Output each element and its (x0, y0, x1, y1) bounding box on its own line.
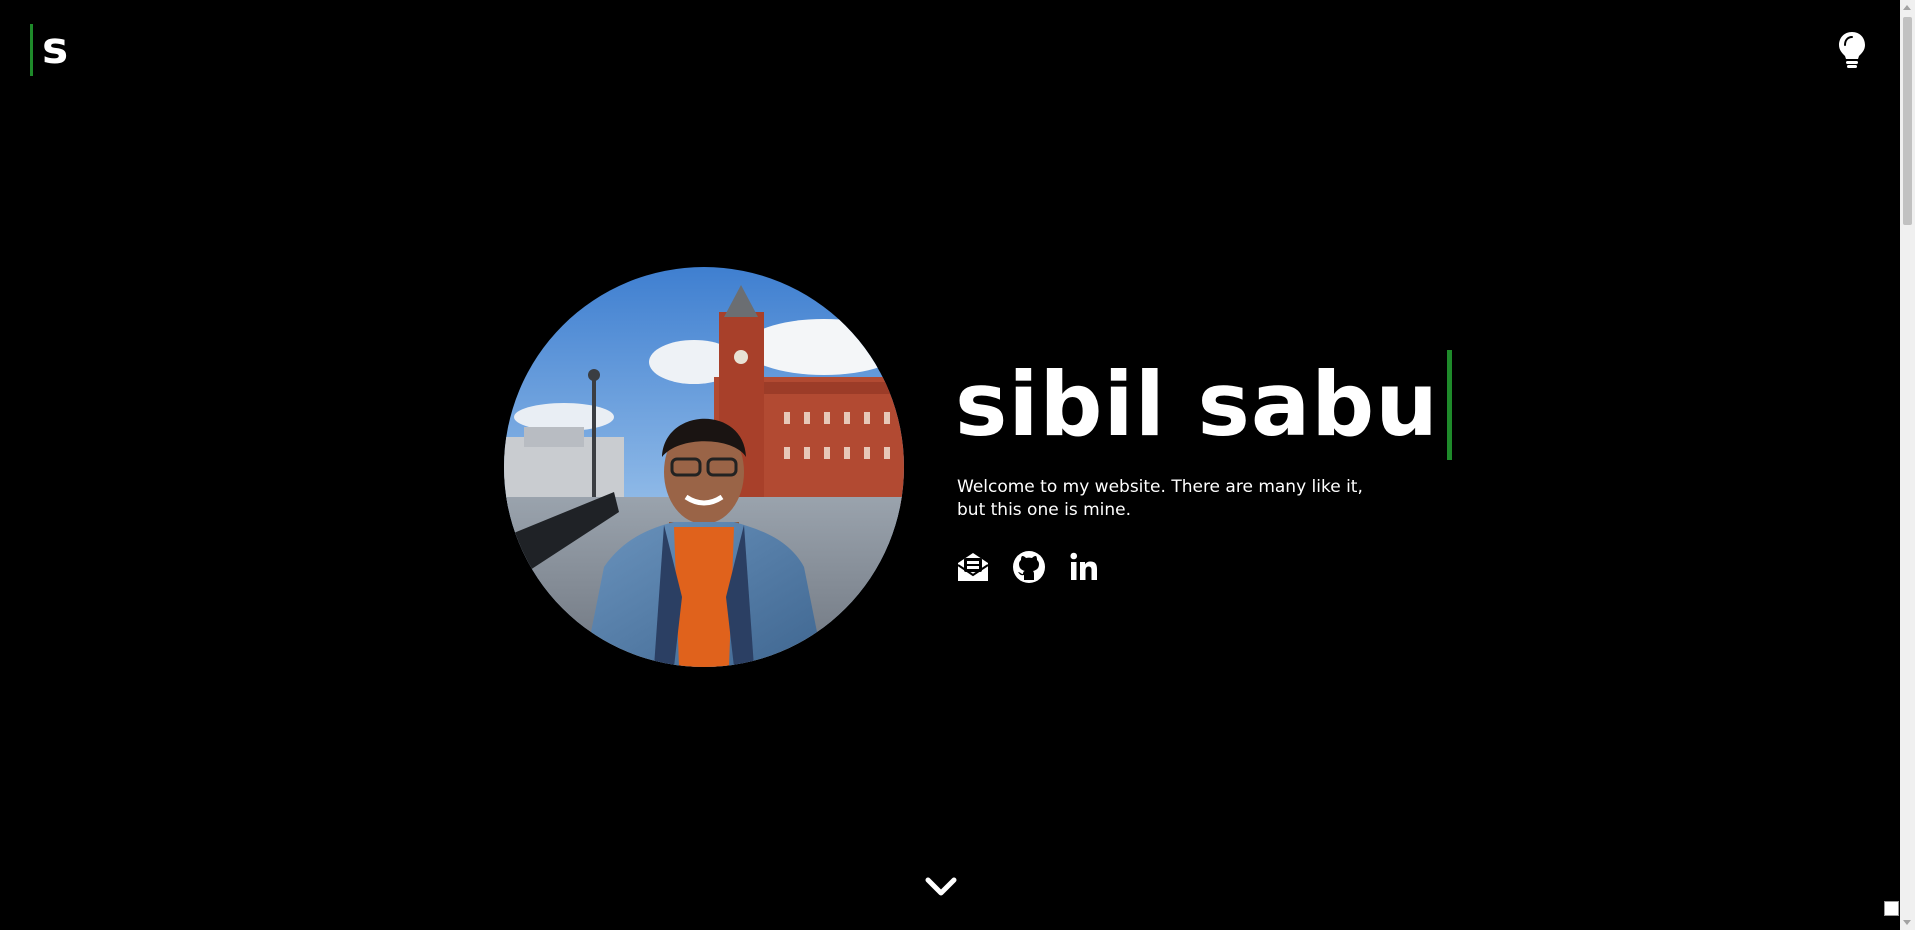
resize-corner-icon (1884, 901, 1899, 916)
theme-toggle-button[interactable] (1836, 30, 1868, 70)
scroll-up-arrow-icon[interactable] (1903, 5, 1911, 10)
page: s sibil sabu Welcome to my website. Ther… (0, 0, 1915, 930)
email-link[interactable] (956, 550, 990, 584)
scroll-down-button[interactable] (925, 874, 957, 900)
hero-heading: sibil sabu (955, 350, 1452, 460)
scroll-down-arrow-icon[interactable] (1903, 920, 1911, 925)
github-icon (1013, 551, 1045, 583)
scrollbar-thumb[interactable] (1903, 17, 1912, 225)
lightbulb-icon (1839, 32, 1865, 68)
email-icon (957, 553, 989, 581)
site-logo[interactable]: s (30, 23, 69, 76)
logo-accent-bar (30, 24, 33, 76)
social-links (956, 550, 1124, 584)
typing-cursor (1446, 350, 1452, 460)
linkedin-link[interactable] (1068, 550, 1102, 584)
vertical-scrollbar[interactable] (1900, 0, 1915, 930)
profile-photo (504, 267, 904, 667)
chevron-down-icon (925, 877, 957, 896)
logo-letter: s (42, 23, 69, 74)
github-link[interactable] (1012, 550, 1046, 584)
linkedin-icon (1070, 552, 1097, 580)
hero-name: sibil sabu (955, 353, 1439, 456)
hero-tagline: Welcome to my website. There are many li… (957, 477, 1363, 520)
